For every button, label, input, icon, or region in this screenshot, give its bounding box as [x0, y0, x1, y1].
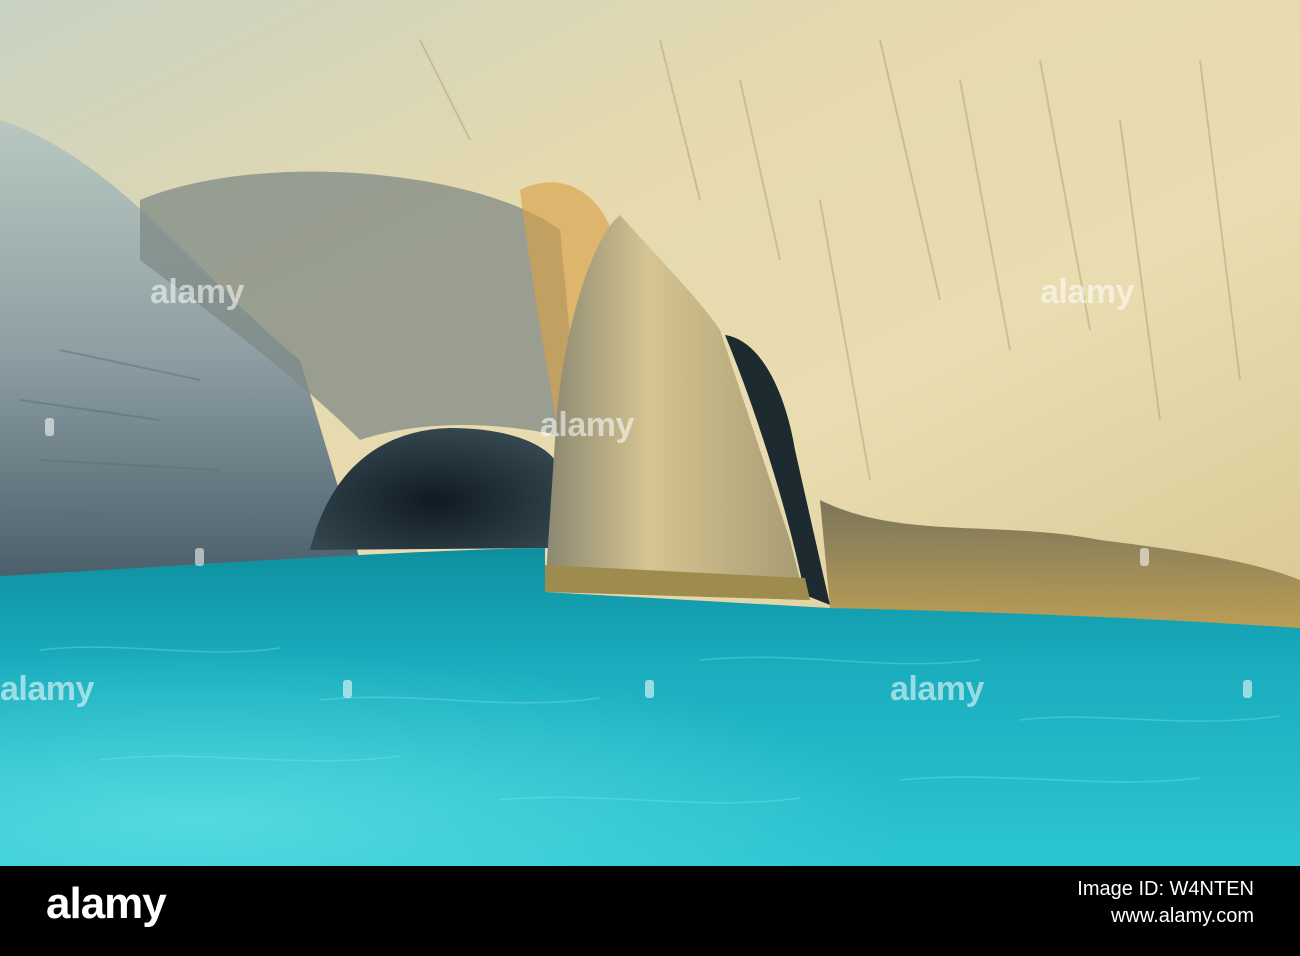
- water-highlight: [0, 560, 1300, 866]
- watermark-mark: [45, 418, 54, 436]
- watermark-mark: [195, 548, 204, 566]
- sea-cave-photo: alamy alamy alamy alamy alamy: [0, 0, 1300, 866]
- watermark-mark: [1243, 680, 1252, 698]
- image-id: Image ID: W4NTEN: [1077, 878, 1254, 900]
- watermark-mark: [1140, 548, 1149, 566]
- photo-illustration: [0, 0, 1300, 866]
- image-meta: Image ID: W4NTEN www.alamy.com: [1077, 876, 1254, 930]
- watermark-text: alamy: [150, 273, 244, 311]
- alamy-logo: alamy: [46, 879, 167, 928]
- watermark-text: alamy: [890, 670, 984, 708]
- watermark-mark: [343, 680, 352, 698]
- site-url: www.alamy.com: [1111, 905, 1254, 927]
- stock-photo-page: alamy alamy alamy alamy alamy alamy Imag…: [0, 0, 1300, 956]
- footer-bar: alamy Image ID: W4NTEN www.alamy.com: [0, 866, 1300, 956]
- watermark-mark: [645, 680, 654, 698]
- watermark-text: alamy: [540, 406, 634, 444]
- watermark-text: alamy: [0, 670, 94, 708]
- watermark-text: alamy: [1040, 273, 1134, 311]
